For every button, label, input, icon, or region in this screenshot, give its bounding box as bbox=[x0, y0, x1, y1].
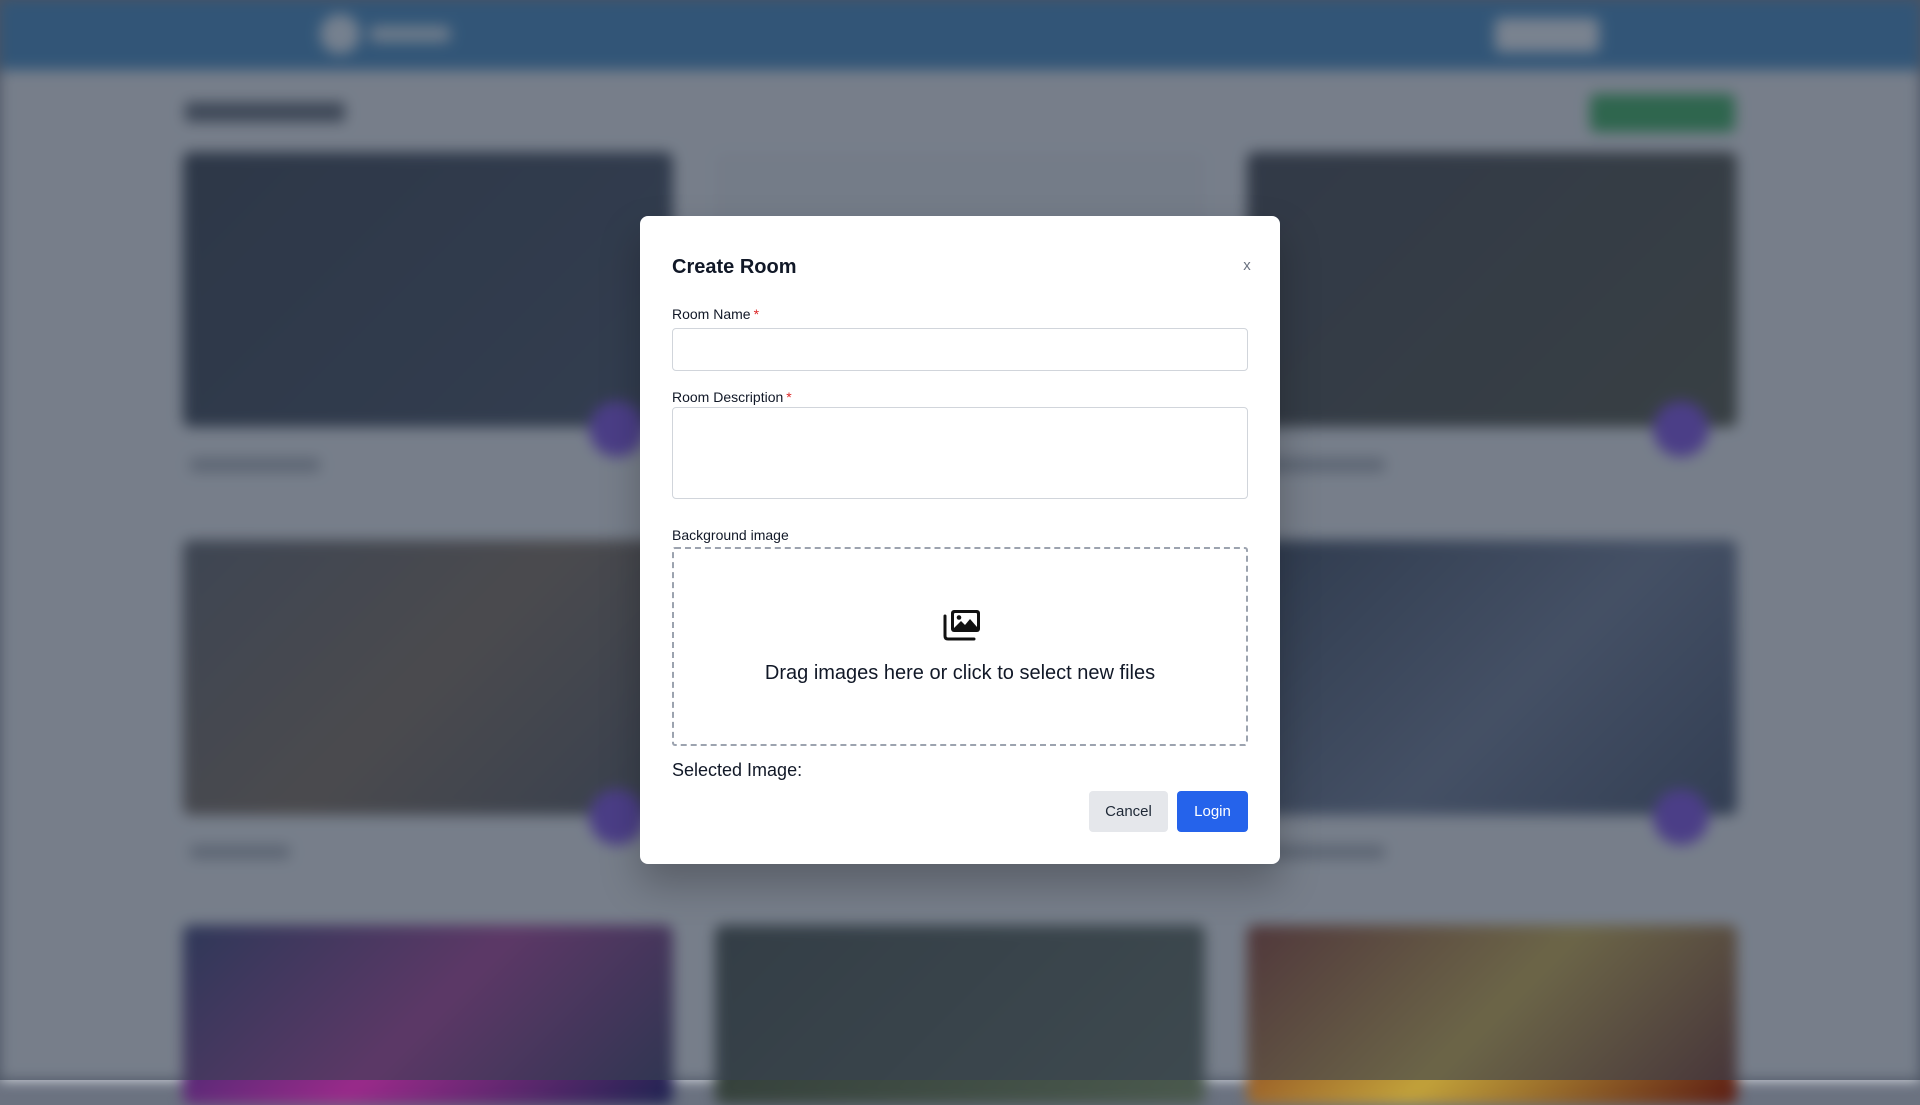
background-image-label: Background image bbox=[672, 527, 789, 543]
image-dropzone[interactable]: Drag images here or click to select new … bbox=[672, 547, 1248, 746]
room-description-label-text: Room Description bbox=[672, 389, 784, 405]
modal-title: Create Room bbox=[672, 256, 797, 278]
close-button[interactable]: x bbox=[1236, 254, 1258, 276]
required-mark: * bbox=[786, 389, 792, 405]
room-description-label: Room Description * bbox=[672, 389, 792, 405]
cancel-button[interactable]: Cancel bbox=[1089, 791, 1168, 832]
login-button[interactable]: Login bbox=[1177, 791, 1248, 832]
selected-image-label: Selected Image: bbox=[672, 760, 803, 780]
room-name-label: Room Name * bbox=[672, 306, 759, 322]
images-icon bbox=[943, 610, 980, 641]
room-name-label-text: Room Name bbox=[672, 306, 751, 322]
dropzone-text: Drag images here or click to select new … bbox=[764, 662, 1156, 684]
room-name-input[interactable] bbox=[672, 328, 1248, 371]
create-room-modal: Create Room x Room Name * Room Descriptio… bbox=[640, 216, 1280, 864]
room-description-input[interactable] bbox=[672, 407, 1248, 499]
required-mark: * bbox=[753, 306, 760, 322]
